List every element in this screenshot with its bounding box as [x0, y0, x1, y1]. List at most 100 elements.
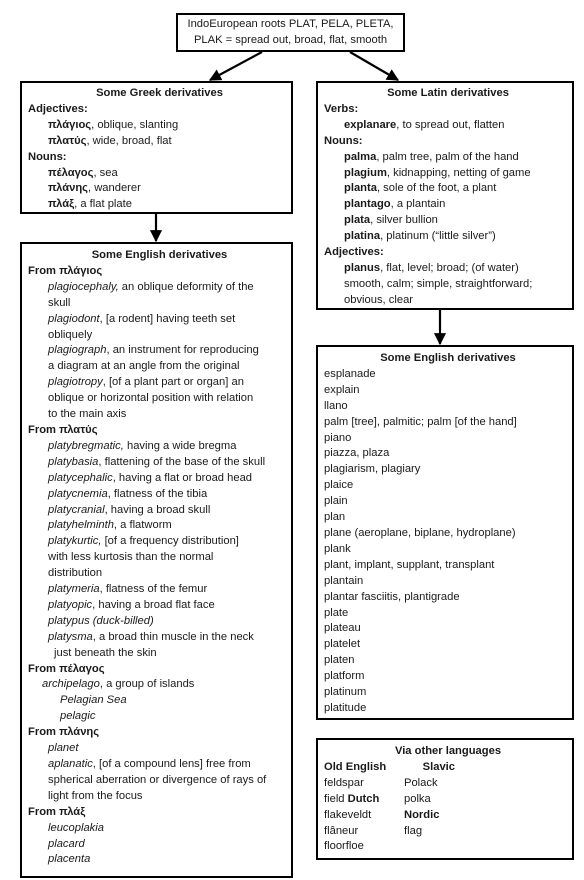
greek-nouns-list: πέλαγος, sea πλάνης, wanderer πλάξ, a flat… [28, 166, 291, 214]
english-latin-derivative: platform [324, 670, 365, 683]
latin-noun-entry: palma, palm tree, palm of the hand [324, 150, 572, 166]
via-language-cell: Slavic [404, 760, 455, 773]
derivative-word: platycephalic [48, 471, 113, 484]
latin-verb-entry: explanare, to spread out, flatten [324, 118, 572, 134]
english-derivative-entry: plagiograph, an instrument for reproduci… [28, 343, 291, 359]
derivative-gloss: , [of a compound lens] free from [92, 758, 251, 770]
via-language-cell: flag [404, 824, 423, 837]
headword: plantago [344, 198, 391, 211]
latin-adjective-cont-1: smooth, calm; simple, straightforward; [344, 277, 533, 290]
derivative-word: archipelago [42, 678, 100, 691]
english-derivative-entry: platymeria, flatness of the femur [28, 582, 291, 598]
via-other-languages-box: Via other languages Old English Slavic fe… [316, 738, 574, 860]
english-latin-derivative: plate [324, 606, 349, 619]
derivative-word: plagiograph [48, 344, 107, 357]
via-language-cell: field Dutch [324, 792, 380, 805]
english-latin-derivative: piazza, plaza [324, 447, 390, 460]
derivative-gloss-continued: a diagram at an angle from the original [48, 360, 240, 373]
latin-nouns-label: Nouns: [324, 134, 363, 147]
derivative-gloss: , [of a plant part or organ] an [102, 376, 244, 389]
english-derivative-entry: archipelago, a group of islands [28, 677, 291, 693]
gloss: , wanderer [88, 182, 141, 195]
english-latin-derivative: platitude [324, 701, 367, 714]
gloss: , sea [93, 166, 118, 179]
english-latin-box-title: Some English derivatives [380, 352, 516, 364]
greek-adjectives-list: πλάγιος, oblique, slanting πλατύς, wide, … [28, 118, 291, 150]
greek-derivatives-box: Some Greek derivatives Adjectives: πλάγι… [20, 81, 293, 214]
derivative-word: plagiodont [48, 312, 100, 325]
english-latin-derivative: plateau [324, 622, 361, 635]
derivative-gloss: , a flatworm [113, 519, 172, 532]
english-derivative-entry: platyhelminth, a flatworm [28, 518, 291, 534]
english-derivative-entry: placard [28, 837, 291, 853]
headword: planta [344, 182, 377, 195]
latin-nouns-list: palma, palm tree, palm of the hand plagiu… [324, 150, 572, 245]
derivative-word: platypus (duck-billed) [48, 614, 154, 627]
english-latin-derivative: plane (aeroplane, biplane, hydroplane) [324, 526, 516, 539]
english-derivative-entry: planet [28, 741, 291, 757]
latin-derivatives-box: Some Latin derivatives Verbs: explanare,… [316, 81, 574, 310]
derivative-gloss: , a group of islands [99, 678, 195, 691]
derivative-word: platyhelminth [48, 519, 114, 532]
english-greek-box-title: Some English derivatives [91, 249, 228, 261]
gloss: , flat, level; broad; (of water) [380, 261, 519, 274]
english-derivative-entry: plagiocephaly, an oblique deformity of t… [28, 280, 291, 296]
greek-adjective-entry: πλατύς, wide, broad, flat [28, 134, 291, 150]
via-language-cell: floorfloe [324, 840, 364, 853]
derivative-gloss: , a broad thin muscle in the neck [92, 630, 254, 643]
english-derivative-entry: platycnemia, flatness of the tibia [28, 487, 291, 503]
derivative-gloss: , having a broad flat face [92, 598, 215, 611]
derivative-word: platykurtic, [48, 535, 102, 548]
derivative-gloss: , an instrument for reproducing [106, 344, 259, 357]
english-derivative-entry: platypus (duck-billed) [28, 614, 291, 630]
english-latin-derivative: platen [324, 654, 355, 667]
english-latin-derivative: plant, implant, supplant, transplant [324, 558, 495, 571]
headword: explanare [344, 118, 397, 131]
headword: πλατύς [48, 134, 87, 147]
via-box-title: Via other languages [394, 745, 502, 757]
gloss: , oblique, slanting [91, 118, 179, 131]
derivative-gloss: , flattening of the base of the skull [98, 455, 266, 468]
derivative-gloss: , flatness of the femur [99, 583, 208, 596]
derivative-gloss-continued: distribution [48, 567, 103, 580]
derivative-word: leucoplakia [48, 821, 104, 834]
english-derivative-entry: plagiotropy, [of a plant part or organ] … [28, 375, 291, 391]
root-line-1: IndoEuropean roots PLAT, PELA, PLETA, [187, 18, 394, 30]
derivative-word: platysma [48, 630, 93, 643]
greek-box-title: Some Greek derivatives [96, 87, 223, 99]
arrow-root-to-greek [208, 51, 263, 81]
via-language-heading: Dutch [347, 792, 380, 805]
derivative-gloss: , [a rodent] having teeth set [99, 312, 236, 325]
gloss: , a plantain [390, 198, 446, 211]
headword: planus [344, 261, 381, 274]
via-language-cell: flakeveldt [324, 808, 372, 821]
latin-noun-entry: plata, silver bullion [324, 213, 572, 229]
headword: platina [344, 230, 381, 243]
english-latin-derivative: llano [324, 399, 348, 412]
headword: πλάξ [48, 198, 75, 211]
english-greek-group-heading: From πέλαγος [28, 662, 105, 675]
english-latin-derivative: plank [324, 542, 351, 555]
via-language-cell: flâneur [324, 824, 359, 837]
headword: plagium [344, 166, 387, 179]
via-language-cell: Nordic [404, 808, 440, 821]
derivative-word: platymeria [48, 583, 100, 596]
latin-verbs-list: explanare, to spread out, flatten [324, 118, 572, 134]
via-language-cell: Old English [324, 760, 387, 773]
headword: πλάνης [48, 182, 88, 195]
english-greek-group-heading: From πλατύς [28, 423, 98, 436]
english-derivative-entry: platycephalic, having a flat or broad he… [28, 471, 291, 487]
english-derivative-entry: plagiodont, [a rodent] having teeth set [28, 312, 291, 328]
greek-adjectives-label: Adjectives: [28, 102, 88, 115]
derivative-gloss: , having a broad skull [104, 503, 211, 516]
gloss: , wide, broad, flat [86, 134, 172, 147]
greek-noun-entry: πλάνης, wanderer [28, 181, 291, 197]
gloss: , palm tree, palm of the hand [376, 150, 519, 163]
english-latin-derivative: esplanade [324, 367, 376, 380]
english-latin-list: esplanade explain llano palm [tree], palmit… [324, 367, 572, 717]
english-latin-derivative: palm [tree], palmitic; palm [of the hand… [324, 415, 517, 428]
english-derivative-entry: platyopic, having a broad flat face [28, 598, 291, 614]
english-latin-derivative: plaice [324, 479, 354, 492]
arrow-root-to-latin [349, 51, 400, 81]
english-derivative-entry: platybasia, flattening of the base of th… [28, 455, 291, 471]
